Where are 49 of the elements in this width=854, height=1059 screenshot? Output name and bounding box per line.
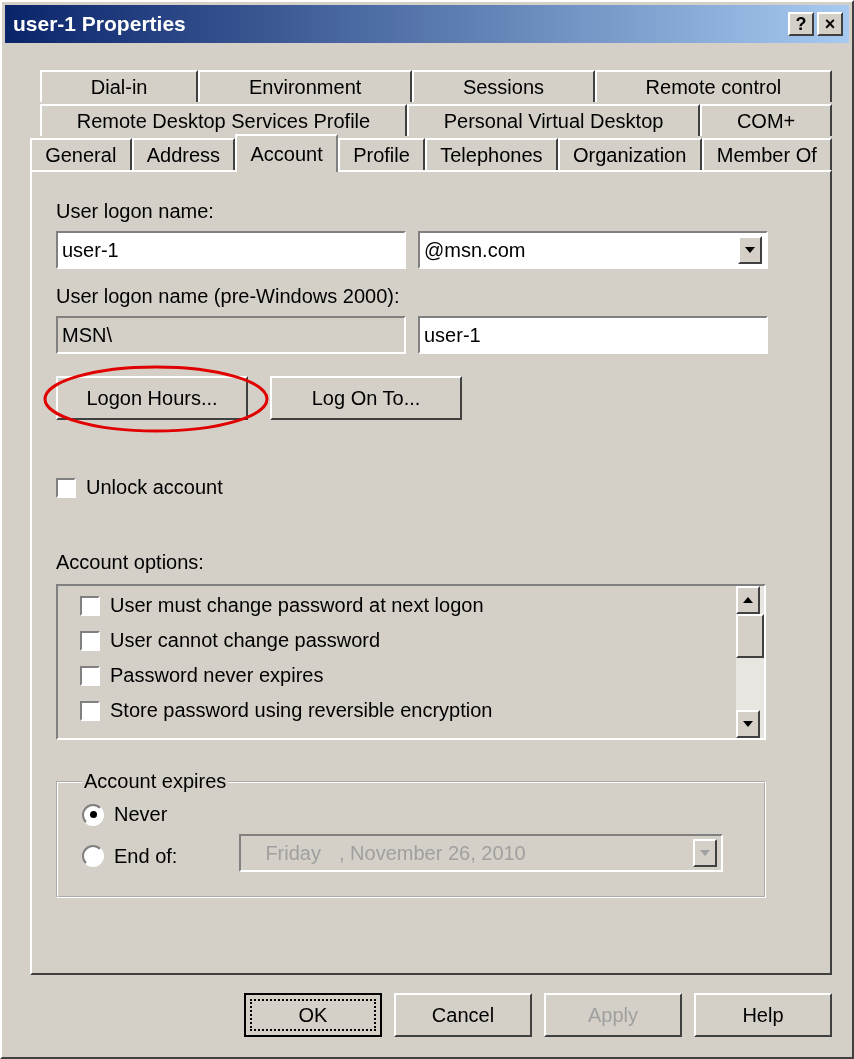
tab[interactable]: COM+	[700, 104, 832, 136]
scroll-thumb[interactable]	[736, 614, 764, 658]
scroll-down-icon[interactable]	[736, 710, 760, 738]
radio-label: End of:	[114, 844, 178, 868]
tab[interactable]: Remote control	[594, 70, 832, 102]
tab[interactable]: General	[30, 138, 132, 170]
checkbox-label: Password never expires	[110, 664, 324, 687]
tab[interactable]: Member Of	[701, 138, 832, 170]
tab[interactable]: Address	[131, 138, 236, 170]
unlock-checkbox[interactable]: Unlock account	[56, 476, 766, 499]
checkbox-label: User must change password at next logon	[110, 594, 484, 617]
scroll-up-icon[interactable]	[736, 586, 760, 614]
radio-label: Never	[114, 803, 168, 826]
dialog-button[interactable]: Logon Hours...	[56, 376, 248, 420]
scrollbar[interactable]	[736, 586, 764, 738]
checkbox-icon[interactable]	[80, 630, 100, 651]
dialog-button[interactable]: Log On To...	[270, 376, 462, 420]
tab[interactable]: Environment	[198, 70, 413, 102]
dialog-button[interactable]: Help	[694, 993, 832, 1037]
radio-button[interactable]	[82, 845, 104, 867]
dialog-button[interactable]: OK	[244, 993, 382, 1037]
close-button[interactable]: ×	[817, 12, 843, 36]
domain-field: MSN\	[56, 316, 406, 354]
checkbox-icon[interactable]	[56, 477, 76, 498]
group-title: Account expires	[83, 770, 228, 793]
dialog-button[interactable]: Cancel	[394, 993, 532, 1037]
tab[interactable]: Account	[235, 134, 338, 172]
tab[interactable]: Personal Virtual Desktop	[406, 104, 701, 136]
checkbox-icon[interactable]	[80, 700, 100, 721]
domain-dropdown[interactable]: @msn.com	[418, 231, 768, 269]
window-title: user-1 Properties	[13, 12, 187, 36]
help-button[interactable]: ?	[788, 12, 814, 36]
logon-name-field[interactable]: user-1	[418, 316, 768, 354]
tab[interactable]: Dial-in	[40, 70, 199, 102]
checkbox-icon[interactable]	[80, 665, 100, 686]
field-label: User logon name (pre-Windows 2000):	[56, 285, 401, 308]
checkbox-icon[interactable]	[80, 595, 100, 616]
tab[interactable]: Sessions	[412, 70, 595, 102]
tab[interactable]: Remote Desktop Services Profile	[40, 104, 407, 136]
field-label: Account options:	[56, 551, 205, 574]
tab[interactable]: Profile	[337, 138, 426, 170]
radio-button[interactable]	[82, 803, 104, 826]
checkbox-label: Unlock account	[86, 476, 223, 499]
field-label: User logon name:	[56, 200, 215, 223]
checkbox-label: User cannot change password	[110, 629, 381, 652]
checkbox-label: Store password using reversible encryption	[110, 699, 493, 722]
logon-name-field[interactable]: user-1	[56, 231, 406, 269]
tab[interactable]: Telephones	[425, 138, 558, 170]
tab[interactable]: Organization	[557, 138, 702, 170]
